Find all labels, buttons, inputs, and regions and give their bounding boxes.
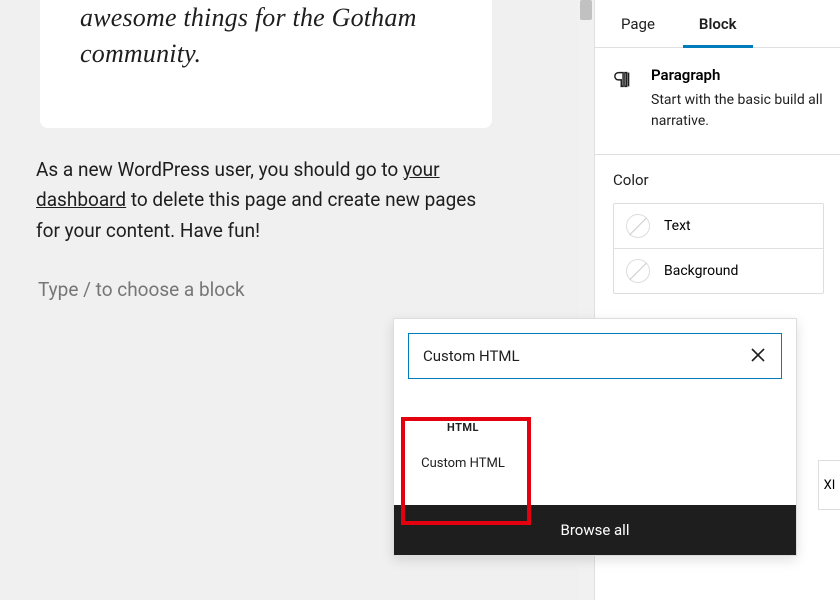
- quote-block[interactable]: awesome things for the Gotham community.: [40, 0, 492, 128]
- html-block-icon: HTML: [414, 421, 512, 434]
- search-input[interactable]: [423, 347, 747, 365]
- typography-row-fragment[interactable]: XI: [818, 460, 840, 510]
- block-desc-text: Start with the basic build all narrative…: [651, 90, 824, 132]
- block-inserter-popover: HTML Custom HTML Browse all: [393, 318, 797, 556]
- close-icon: [751, 348, 765, 362]
- sidebar-tabs: Page Block: [595, 0, 840, 48]
- tab-block[interactable]: Block: [683, 0, 753, 47]
- tab-page[interactable]: Page: [605, 0, 671, 47]
- block-description: Paragraph Start with the basic build all…: [595, 48, 840, 155]
- swatch-none-icon: [626, 214, 650, 238]
- inserter-search-box: [408, 333, 782, 379]
- paragraph-prefix: As a new WordPress user, you should go t…: [36, 158, 403, 181]
- clear-search-button[interactable]: [747, 342, 769, 371]
- block-option-label: Custom HTML: [414, 456, 512, 471]
- browse-all-button[interactable]: Browse all: [394, 505, 796, 555]
- inserter-search-wrap: [394, 319, 796, 389]
- paragraph-block[interactable]: As a new WordPress user, you should go t…: [36, 155, 496, 246]
- block-option-custom-html[interactable]: HTML Custom HTML: [408, 407, 518, 481]
- new-block-placeholder[interactable]: Type / to choose a block: [38, 278, 245, 301]
- color-heading: Color: [613, 171, 824, 189]
- color-section: Color Text Background: [595, 155, 840, 294]
- color-panel: Text Background: [613, 203, 824, 294]
- color-label-text: Text: [664, 218, 691, 234]
- quote-text: awesome things for the Gotham community.: [80, 0, 452, 73]
- block-title: Paragraph: [651, 66, 824, 84]
- inserter-results: HTML Custom HTML: [394, 389, 796, 505]
- color-label-background: Background: [664, 263, 738, 279]
- swatch-none-icon: [626, 259, 650, 283]
- paragraph-icon: [613, 68, 637, 132]
- color-row-text[interactable]: Text: [614, 204, 823, 249]
- scrollbar-thumb[interactable]: [580, 0, 592, 20]
- color-row-background[interactable]: Background: [614, 249, 823, 293]
